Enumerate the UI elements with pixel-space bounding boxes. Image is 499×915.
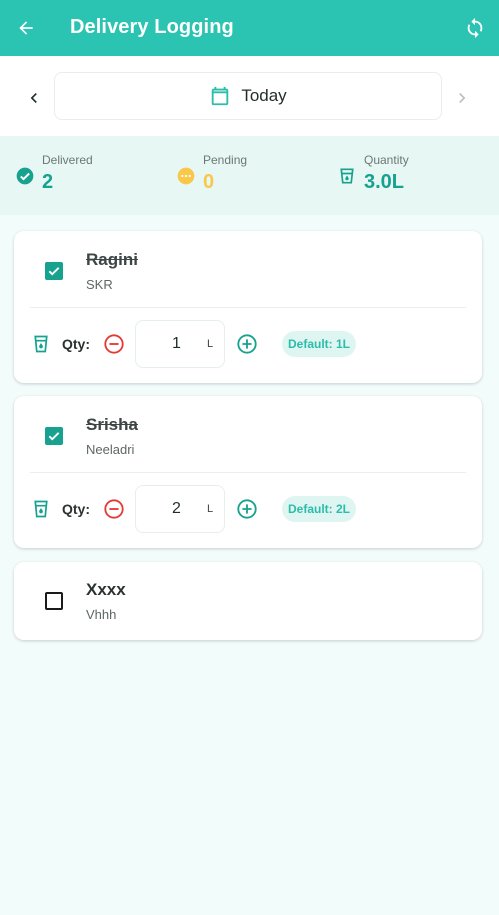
customer-card: Ragini SKR Qty: 1 L Default: 1L <box>14 231 482 383</box>
delivered-checkbox[interactable] <box>45 592 63 610</box>
cup-icon <box>34 335 48 353</box>
quantity-unit: L <box>207 503 214 515</box>
chevron-left-icon <box>30 93 37 103</box>
back-button[interactable] <box>12 14 40 42</box>
cup-icon <box>34 500 48 518</box>
default-quantity-badge: Default: 1L <box>282 331 357 357</box>
stat-pending-label: Pending <box>203 153 248 167</box>
quantity-input[interactable]: 2 L <box>135 485 225 533</box>
quantity-value: 1 <box>172 335 181 352</box>
stat-pending-value: 0 <box>203 171 215 193</box>
stat-quantity-value: 3.0L <box>364 171 405 193</box>
divider <box>30 307 466 308</box>
check-circle-icon <box>16 167 34 185</box>
date-label: Today <box>241 86 287 105</box>
delivered-checkbox[interactable] <box>45 427 63 445</box>
checkmark-icon <box>48 267 60 276</box>
calendar-icon <box>212 86 229 106</box>
qty-label: Qty: <box>62 336 90 352</box>
quantity-value: 2 <box>172 500 181 517</box>
customer-area: Neeladri <box>86 442 135 457</box>
divider <box>30 472 466 473</box>
delivered-checkbox[interactable] <box>45 262 63 280</box>
quantity-row: Qty: 2 L Default: 2L <box>14 485 482 533</box>
stat-quantity-label: Quantity <box>364 153 409 167</box>
qty-label: Qty: <box>62 501 90 517</box>
page-title: Delivery Logging <box>70 16 234 38</box>
customer-name: Srisha <box>86 415 138 434</box>
minus-circle-icon[interactable] <box>103 333 125 355</box>
customer-area: Vhhh <box>86 607 117 622</box>
plus-circle-icon[interactable] <box>236 498 258 520</box>
previous-day-button[interactable] <box>20 84 48 112</box>
default-quantity-badge: Default: 2L <box>282 496 357 522</box>
quantity-unit: L <box>207 338 214 350</box>
stat-delivered-label: Delivered <box>42 153 93 167</box>
stat-delivered-value: 2 <box>42 171 54 193</box>
chevron-right-icon <box>459 93 466 103</box>
next-day-button[interactable] <box>448 84 476 112</box>
customer-card: Xxxx Vhhh <box>14 562 482 640</box>
arrow-left-icon <box>19 21 33 35</box>
customer-area: SKR <box>86 277 113 292</box>
app-bar: Delivery Logging <box>0 0 499 56</box>
sync-icon <box>467 17 483 39</box>
customer-name: Xxxx <box>86 580 126 599</box>
delivery-stats: Delivered 2 Pending 0 Quantity 3.0L <box>0 136 499 215</box>
quantity-row: Qty: 1 L Default: 1L <box>14 320 482 368</box>
customer-name: Ragini <box>86 250 138 269</box>
sync-button[interactable] <box>461 14 489 42</box>
customer-card: Srisha Neeladri Qty: 2 L Default: 2L <box>14 396 482 548</box>
pending-dots-icon <box>177 167 195 185</box>
date-picker[interactable]: Today <box>54 72 442 120</box>
plus-circle-icon[interactable] <box>236 333 258 355</box>
date-navigator: Today <box>0 56 499 136</box>
quantity-input[interactable]: 1 L <box>135 320 225 368</box>
checkmark-icon <box>48 432 60 441</box>
cup-icon <box>340 168 354 184</box>
minus-circle-icon[interactable] <box>103 498 125 520</box>
